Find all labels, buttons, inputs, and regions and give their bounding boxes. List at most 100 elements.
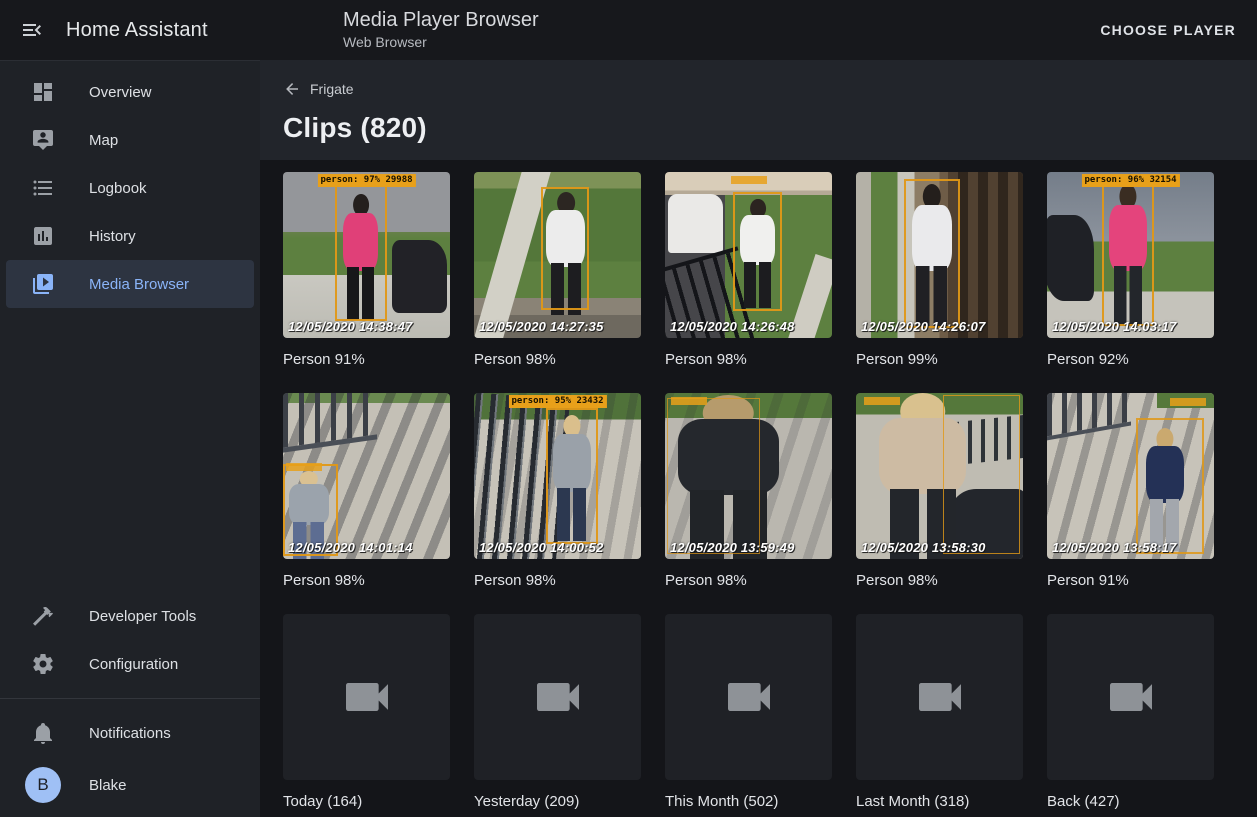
sidebar-divider: [0, 698, 260, 699]
clip-tile[interactable]: 12/05/2020 13:58:30 Person 98%: [856, 393, 1023, 590]
video-icon: [1103, 669, 1159, 725]
sidebar-item-label: Media Browser: [89, 276, 189, 293]
detection-bbox: [541, 187, 589, 310]
clip-thumbnail[interactable]: 12/05/2020 13:58:30: [856, 393, 1023, 559]
clip-tile[interactable]: person: 95% 23432 12/05/2020 14:00:52 Pe…: [474, 393, 641, 590]
clip-label: Person 98%: [856, 572, 1023, 590]
clip-timestamp: 12/05/2020 14:27:35: [479, 319, 604, 334]
bell-icon: [31, 721, 55, 745]
sidebar-item-notifications[interactable]: Notifications: [6, 709, 254, 757]
app-bar: Home Assistant Media Player Browser Web …: [0, 0, 1257, 60]
clip-timestamp: 12/05/2020 14:00:52: [479, 540, 604, 555]
folder-thumbnail[interactable]: [1047, 614, 1214, 780]
sidebar-footer: Developer Tools Configuration Notificati…: [0, 592, 260, 817]
detection-bbox: [904, 179, 959, 328]
sidebar-item-label: Developer Tools: [89, 608, 196, 625]
clip-label: Person 98%: [665, 351, 832, 369]
clip-timestamp: 12/05/2020 14:03:17: [1052, 319, 1177, 334]
detection-bbox: [1102, 180, 1154, 326]
clip-label: Person 98%: [474, 572, 641, 590]
clip-tile[interactable]: 12/05/2020 13:59:49 Person 98%: [665, 393, 832, 590]
folder-tile-last-month[interactable]: Last Month (318): [856, 614, 1023, 811]
clip-timestamp: 12/05/2020 14:26:07: [861, 319, 986, 334]
video-icon: [721, 669, 777, 725]
folder-thumbnail[interactable]: [856, 614, 1023, 780]
folder-thumbnail[interactable]: [665, 614, 832, 780]
detection-tag: person: 97% 29988: [317, 174, 415, 187]
sidebar-item-developer-tools[interactable]: Developer Tools: [6, 592, 254, 640]
clip-tile[interactable]: 12/05/2020 14:01:14 Person 98%: [283, 393, 450, 590]
sidebar-item-label: Overview: [89, 84, 152, 101]
folder-label: Today (164): [283, 793, 450, 811]
folder-tile-today[interactable]: Today (164): [283, 614, 450, 811]
clip-label: Person 91%: [1047, 572, 1214, 590]
folder-tile-this-month[interactable]: This Month (502): [665, 614, 832, 811]
folder-label: Yesterday (209): [474, 793, 641, 811]
clip-thumbnail[interactable]: 12/05/2020 13:58:17: [1047, 393, 1214, 559]
sidebar-item-label: Configuration: [89, 656, 178, 673]
clip-thumbnail[interactable]: 12/05/2020 13:59:49: [665, 393, 832, 559]
clip-thumbnail[interactable]: person: 96% 32154 12/05/2020 14:03:17: [1047, 172, 1214, 338]
hammer-icon: [31, 604, 55, 628]
user-name: Blake: [89, 777, 127, 794]
tooltip-account-icon: [31, 128, 55, 152]
clip-tile[interactable]: person: 96% 32154 12/05/2020 14:03:17 Pe…: [1047, 172, 1214, 369]
clip-tile[interactable]: 12/05/2020 13:58:17 Person 91%: [1047, 393, 1214, 590]
media-browser-header: Frigate Clips (820): [260, 60, 1257, 160]
page-title: Clips (820): [283, 112, 1257, 144]
clip-tile[interactable]: 12/05/2020 14:26:48 Person 98%: [665, 172, 832, 369]
folder-label: Last Month (318): [856, 793, 1023, 811]
arrow-left-icon: [283, 80, 301, 98]
clip-thumbnail[interactable]: 12/05/2020 14:27:35: [474, 172, 641, 338]
clip-tile[interactable]: 12/05/2020 14:26:07 Person 99%: [856, 172, 1023, 369]
detection-bbox: [335, 185, 387, 321]
sidebar-item-logbook[interactable]: Logbook: [6, 164, 254, 212]
sidebar-item-overview[interactable]: Overview: [6, 68, 254, 116]
sidebar-item-media-browser[interactable]: Media Browser: [6, 260, 254, 308]
detection-bbox: [667, 398, 761, 554]
format-list-bulleted-icon: [31, 176, 55, 200]
scene-shape: [668, 194, 723, 254]
sidebar-item-profile[interactable]: B Blake: [6, 757, 254, 813]
sidebar-item-label: Logbook: [89, 180, 147, 197]
media-player-title: Media Player Browser: [343, 8, 539, 32]
clip-label: Person 98%: [665, 572, 832, 590]
detection-tag-small: [731, 176, 767, 184]
sidebar-item-label: History: [89, 228, 136, 245]
sidebar-item-map[interactable]: Map: [6, 116, 254, 164]
scene-shape: [1047, 393, 1131, 440]
folder-thumbnail[interactable]: [474, 614, 641, 780]
folder-thumbnail[interactable]: [283, 614, 450, 780]
detection-tag-small: [286, 463, 322, 471]
media-browser-panel: Frigate Clips (820) person: 97% 29988 12…: [260, 60, 1257, 817]
breadcrumb-back[interactable]: Frigate: [283, 80, 354, 98]
detection-bbox: [546, 408, 598, 544]
folder-label: Back (427): [1047, 793, 1214, 811]
sidebar-item-label: Map: [89, 132, 118, 149]
detection-tag: person: 96% 32154: [1081, 174, 1179, 187]
clip-thumbnail[interactable]: 12/05/2020 14:01:14: [283, 393, 450, 559]
clip-thumbnail[interactable]: person: 95% 23432 12/05/2020 14:00:52: [474, 393, 641, 559]
clip-thumbnail[interactable]: person: 97% 29988 12/05/2020 14:38:47: [283, 172, 450, 338]
clip-timestamp: 12/05/2020 13:58:17: [1052, 540, 1177, 555]
choose-player-button[interactable]: CHOOSE PLAYER: [1100, 22, 1236, 38]
menu-open-icon[interactable]: [20, 18, 44, 42]
clip-label: Person 98%: [474, 351, 641, 369]
detection-bbox: [1136, 418, 1204, 554]
sidebar-item-history[interactable]: History: [6, 212, 254, 260]
clip-thumbnail[interactable]: 12/05/2020 14:26:48: [665, 172, 832, 338]
clip-timestamp: 12/05/2020 13:58:30: [861, 540, 986, 555]
clip-thumbnail[interactable]: 12/05/2020 14:26:07: [856, 172, 1023, 338]
video-icon: [339, 669, 395, 725]
folder-tile-back[interactable]: Back (427): [1047, 614, 1214, 811]
clip-timestamp: 12/05/2020 14:38:47: [288, 319, 413, 334]
folder-tile-yesterday[interactable]: Yesterday (209): [474, 614, 641, 811]
media-player-subtitle: Web Browser: [343, 33, 539, 51]
clip-tile[interactable]: person: 97% 29988 12/05/2020 14:38:47 Pe…: [283, 172, 450, 369]
clip-timestamp: 12/05/2020 14:01:14: [288, 540, 413, 555]
sidebar-item-configuration[interactable]: Configuration: [6, 640, 254, 688]
play-box-multiple-icon: [31, 272, 55, 296]
scene-shape: [283, 393, 377, 453]
clip-tile[interactable]: 12/05/2020 14:27:35 Person 98%: [474, 172, 641, 369]
scene-shape: [1047, 215, 1094, 301]
